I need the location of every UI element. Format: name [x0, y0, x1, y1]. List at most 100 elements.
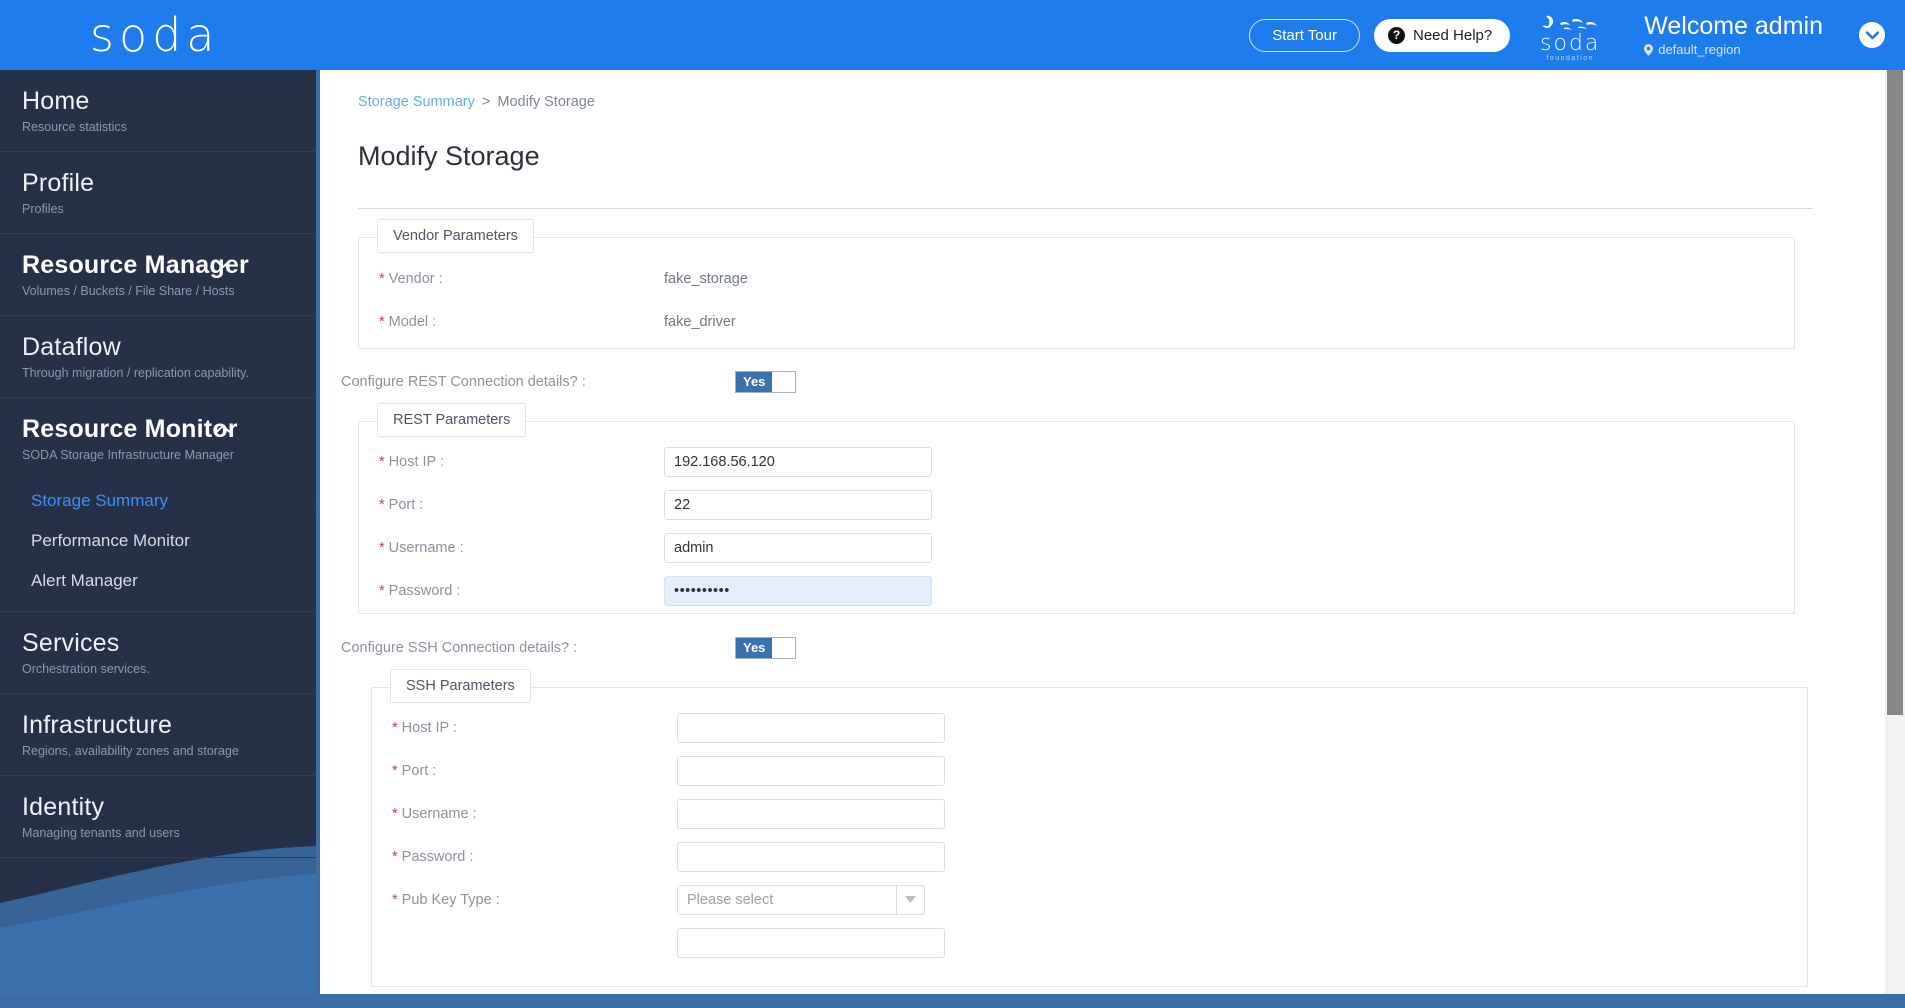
- breadcrumb-separator: >: [481, 94, 491, 110]
- breadcrumb: Storage Summary > Modify Storage: [320, 70, 1885, 112]
- sidebar-submenu-resource-monitor: Storage Summary Performance Monitor Aler…: [0, 479, 316, 612]
- sidebar-item-label: Home: [22, 87, 90, 115]
- rest-host-ip-row: * Host IP :: [359, 440, 1794, 483]
- model-value: fake_driver: [664, 313, 736, 330]
- rest-username-label: * Username :: [359, 538, 664, 558]
- label-text: Pub Key Type :: [401, 891, 500, 908]
- label-text: Password :: [401, 848, 474, 865]
- rest-username-row: * Username :: [359, 526, 1794, 569]
- question-mark-icon: ?: [1388, 26, 1405, 44]
- vendor-parameters-fieldset: Vendor Parameters * Vendor : fake_storage…: [358, 219, 1795, 349]
- required-asterisk: *: [392, 719, 398, 736]
- sidebar-items: Home Resource statistics Profile Profile…: [0, 70, 316, 858]
- required-asterisk: *: [379, 582, 385, 599]
- pub-key-type-select[interactable]: Please select: [677, 884, 925, 915]
- rest-username-input[interactable]: [664, 532, 932, 563]
- need-help-label: Need Help?: [1413, 26, 1493, 44]
- sidebar-item-dataflow[interactable]: Dataflow Through migration / replication…: [0, 316, 316, 398]
- sidebar-item-sublabel: Orchestration services.: [22, 662, 150, 676]
- sidebar-item-identity[interactable]: Identity Managing tenants and users: [0, 776, 316, 858]
- foundation-wordmark: soda: [1540, 31, 1601, 56]
- bottom-bar: [0, 994, 1905, 1008]
- pub-key-type-value[interactable]: Please select: [677, 884, 897, 915]
- ssh-pub-key-type-label: * Pub Key Type :: [372, 890, 677, 910]
- soda-foundation-logo: soda foundation: [1534, 7, 1606, 63]
- toggle-knob: [772, 372, 796, 392]
- label-text: Host IP :: [401, 719, 457, 736]
- toggle-on-label: Yes: [736, 638, 773, 658]
- main-content: Storage Summary > Modify Storage Modify …: [320, 70, 1885, 994]
- ssh-host-ip-row: * Host IP :: [372, 706, 1807, 749]
- required-asterisk: *: [379, 453, 385, 470]
- model-label-text: Model :: [388, 313, 437, 330]
- vendor-value: fake_storage: [664, 270, 748, 287]
- chevron-up-icon[interactable]: [216, 424, 230, 433]
- welcome-text: Welcome admin: [1644, 11, 1823, 40]
- ssh-parameters-fieldset: SSH Parameters * Host IP : * Port : * Usern…: [371, 669, 1808, 987]
- required-asterisk: *: [392, 762, 398, 779]
- page-title: Modify Storage: [358, 141, 540, 171]
- dropdown-caret-icon[interactable]: [897, 884, 925, 915]
- rest-host-ip-input[interactable]: [664, 446, 932, 477]
- page-scrollbar[interactable]: [1885, 70, 1905, 994]
- rest-host-ip-label: * Host IP :: [359, 452, 664, 472]
- sidebar-item-resource-monitor[interactable]: Resource Monitor SODA Storage Infrastruc…: [0, 398, 316, 479]
- toggle-on-label: Yes: [736, 372, 773, 392]
- foundation-subtext: foundation: [1546, 55, 1595, 62]
- sidebar-item-profile[interactable]: Profile Profiles: [0, 152, 316, 234]
- scrollbar-thumb[interactable]: [1887, 70, 1903, 715]
- header-actions: Start Tour ? Need Help? soda foundation: [1249, 0, 1905, 70]
- sidebar-item-label: Resource Manager: [22, 251, 249, 279]
- sidebar-item-label: Infrastructure: [22, 711, 173, 739]
- ssh-extra-field-input[interactable]: [677, 927, 945, 958]
- account-menu-button[interactable]: [1859, 22, 1885, 48]
- configure-ssh-toggle[interactable]: Yes: [735, 637, 797, 659]
- soda-brand-logo[interactable]: soda: [90, 10, 220, 60]
- ssh-password-input[interactable]: [677, 841, 945, 872]
- sidebar-item-resource-manager[interactable]: Resource Manager Volumes / Buckets / Fil…: [0, 234, 316, 316]
- sidebar-item-services[interactable]: Services Orchestration services.: [0, 612, 316, 694]
- ssh-port-input[interactable]: [677, 755, 945, 786]
- ssh-port-label: * Port :: [372, 761, 677, 781]
- rest-port-input[interactable]: [664, 489, 932, 520]
- ssh-extra-field-row: [372, 921, 1807, 964]
- rest-parameters-fieldset: REST Parameters *Host IP : *Port : *User…: [358, 403, 1795, 614]
- rest-port-label: * Port :: [359, 495, 664, 515]
- label-text: Username :: [388, 539, 464, 556]
- need-help-button[interactable]: ? Need Help?: [1374, 18, 1511, 52]
- user-welcome-block: Welcome admin default_region: [1644, 12, 1823, 59]
- start-tour-button[interactable]: Start Tour: [1249, 18, 1360, 52]
- configure-rest-toggle[interactable]: Yes: [735, 371, 797, 393]
- vendor-label: * Vendor :: [359, 269, 664, 289]
- sidebar-item-sublabel: Regions, availability zones and storage: [22, 744, 239, 758]
- sidebar-item-sublabel: Managing tenants and users: [22, 826, 180, 840]
- required-asterisk: *: [379, 270, 385, 287]
- rest-port-row: * Port :: [359, 483, 1794, 526]
- sidebar-item-storage-summary[interactable]: Storage Summary: [0, 481, 316, 521]
- required-asterisk: *: [379, 539, 385, 556]
- ssh-host-ip-input[interactable]: [677, 712, 945, 743]
- rest-password-input[interactable]: [664, 575, 932, 606]
- sidebar-item-label: Identity: [22, 793, 105, 821]
- ssh-username-input[interactable]: [677, 798, 945, 829]
- sidebar-item-alert-manager[interactable]: Alert Manager: [0, 561, 316, 601]
- sidebar-item-infrastructure[interactable]: Infrastructure Regions, availability zon…: [0, 694, 316, 776]
- ssh-port-row: * Port :: [372, 749, 1807, 792]
- configure-ssh-label: Configure SSH Connection details? :: [341, 640, 578, 656]
- sidebar-item-label: Resource Monitor: [22, 415, 238, 443]
- sidebar-nav: Home Resource statistics Profile Profile…: [0, 70, 316, 1008]
- sidebar-item-label: Services: [22, 629, 120, 657]
- chevron-down-icon[interactable]: [216, 260, 230, 269]
- vendor-parameters-legend: Vendor Parameters: [377, 219, 534, 253]
- sidebar-item-sublabel: Profiles: [22, 202, 64, 216]
- rest-parameters-legend: REST Parameters: [377, 403, 527, 437]
- ssh-pub-key-type-row: * Pub Key Type : Please select: [372, 878, 1807, 921]
- required-asterisk: *: [392, 848, 398, 865]
- configure-ssh-toggle-row: Configure SSH Connection details? : Yes: [340, 637, 1885, 659]
- app-root: soda Start Tour ? Need Help? soda founda…: [0, 0, 1905, 1008]
- ssh-username-row: * Username :: [372, 792, 1807, 835]
- title-divider: [358, 208, 1813, 209]
- sidebar-item-home[interactable]: Home Resource statistics: [0, 70, 316, 152]
- sidebar-item-performance-monitor[interactable]: Performance Monitor: [0, 521, 316, 561]
- breadcrumb-parent-link[interactable]: Storage Summary: [358, 94, 475, 110]
